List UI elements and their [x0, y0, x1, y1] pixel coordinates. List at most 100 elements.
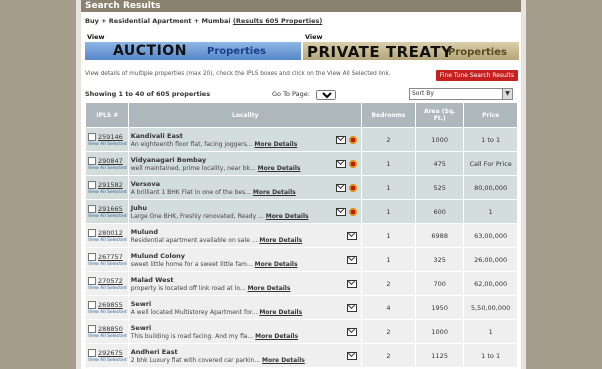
ipls-link[interactable]: 270572 — [98, 277, 123, 285]
view-selected-link[interactable]: View All Selected — [88, 166, 128, 171]
price-cell: Call For Price — [463, 151, 518, 176]
row-icons — [335, 208, 357, 216]
locality-cell: Malad West property is located off link r… — [127, 271, 362, 296]
view-selected-link[interactable]: View All Selected — [88, 190, 128, 195]
ipls-cell: 267757 View All Selected — [85, 247, 129, 272]
email-icon[interactable] — [346, 328, 357, 336]
view-selected-link[interactable]: View All Selected — [88, 142, 128, 147]
locality-cell: Kandivali East An eighteenth floor flat, … — [127, 127, 362, 152]
more-details-link[interactable]: More Details — [255, 333, 298, 340]
more-details-link[interactable]: More Details — [259, 309, 302, 316]
email-icon[interactable] — [335, 136, 346, 144]
ipls-checkbox[interactable] — [88, 324, 96, 333]
auction-subtitle: Properties — [207, 46, 266, 57]
row-icons — [346, 352, 357, 360]
locality-desc: well maintained, prime locality, near bk… — [130, 164, 256, 172]
ipls-cell: 291665 View All Selected — [85, 199, 129, 224]
table-row: 270572 View All Selected Malad West propert… — [85, 271, 518, 296]
row-icons — [346, 328, 357, 336]
locality-desc: 2 bhk Luxury flat with covered car parki… — [130, 356, 261, 364]
ipls-link[interactable]: 290847 — [98, 157, 123, 165]
ipls-link[interactable]: 288850 — [98, 325, 123, 333]
ipls-link[interactable]: 269855 — [98, 301, 123, 309]
ipls-link[interactable]: 259146 — [98, 133, 123, 141]
page-select[interactable]: 1 — [316, 90, 336, 100]
locality-desc: A brilliant 1 BHK Flat in one of the bes… — [130, 188, 251, 196]
more-details-link[interactable]: More Details — [248, 285, 291, 292]
sort-select[interactable]: Sort By ▼ — [409, 88, 513, 100]
private-treaty-button[interactable]: PRIVATE TREATY Properties — [303, 42, 519, 61]
locality-name: Vidyanagari Bombay — [130, 155, 207, 164]
auction-button[interactable]: AUCTION Properties — [85, 42, 301, 60]
email-icon[interactable] — [335, 184, 346, 192]
ipls-link[interactable]: 292675 — [98, 349, 123, 357]
table-row: 269855 View All Selected Sewri A well locat… — [85, 295, 518, 320]
price-cell: 1 to 1 — [463, 127, 518, 152]
locality-desc: sweet little home for a sweet little fam… — [130, 260, 253, 268]
more-details-link[interactable]: More Details — [258, 165, 301, 172]
auction-hammer-icon[interactable] — [348, 160, 357, 168]
table-row: 292675 View All Selected Andheri East 2 bhk… — [85, 343, 518, 368]
ipls-checkbox[interactable] — [88, 252, 96, 261]
view-selected-link[interactable]: View All Selected — [88, 238, 128, 243]
price-cell: 26,00,000 — [463, 247, 518, 272]
view-selected-link[interactable]: View All Selected — [88, 214, 128, 219]
area-cell: 475 — [415, 151, 465, 176]
ipls-link[interactable]: 291665 — [98, 205, 123, 213]
locality-cell: Vidyanagari Bombay well maintained, prime… — [127, 151, 362, 176]
view-selected-link[interactable]: View All Selected — [88, 286, 128, 291]
ipls-link[interactable]: 267757 — [98, 253, 123, 261]
header-locality: Locality — [127, 102, 362, 128]
ipls-checkbox[interactable] — [88, 156, 96, 165]
auction-hammer-icon[interactable] — [348, 184, 357, 192]
view-selected-link[interactable]: View All Selected — [88, 310, 128, 315]
ipls-checkbox[interactable] — [88, 132, 96, 141]
ipls-checkbox[interactable] — [88, 300, 96, 309]
more-details-link[interactable]: More Details — [262, 357, 305, 364]
email-icon[interactable] — [346, 352, 357, 360]
more-details-link[interactable]: More Details — [266, 213, 309, 220]
email-icon[interactable] — [346, 304, 357, 312]
goto-label: Go To Page: — [272, 90, 310, 98]
auction-hammer-icon[interactable] — [348, 136, 357, 144]
chevron-down-icon[interactable]: ▼ — [502, 89, 512, 99]
breadcrumb-text: Buy + Residential Apartment + Mumbai — [85, 17, 231, 25]
locality-cell: Versova A brilliant 1 BHK Flat in one of … — [127, 175, 362, 200]
email-icon[interactable] — [335, 208, 346, 216]
ipls-checkbox[interactable] — [88, 204, 96, 213]
email-icon[interactable] — [346, 232, 357, 240]
more-details-link[interactable]: More Details — [253, 189, 296, 196]
view-selected-link[interactable]: View All Selected — [88, 334, 128, 339]
more-details-link[interactable]: More Details — [254, 141, 297, 148]
price-cell: 62,00,000 — [463, 271, 518, 296]
row-icons — [346, 304, 357, 312]
ipls-checkbox[interactable] — [88, 180, 96, 189]
ipls-link[interactable]: 280012 — [98, 229, 123, 237]
row-icons — [346, 256, 357, 264]
ipls-cell: 292675 View All Selected — [85, 343, 129, 368]
ipls-checkbox[interactable] — [88, 228, 96, 237]
email-icon[interactable] — [346, 256, 357, 264]
email-icon[interactable] — [346, 280, 357, 288]
locality-desc: Large One BHK, Freshly renovated, Ready … — [130, 212, 264, 220]
locality-name: Andheri East — [130, 347, 178, 356]
view-selected-link[interactable]: View All Selected — [88, 262, 128, 267]
area-cell: 1950 — [415, 295, 465, 320]
ipls-checkbox[interactable] — [88, 276, 96, 285]
more-details-link[interactable]: More Details — [259, 237, 302, 244]
bedrooms-cell: 1 — [360, 223, 417, 248]
fine-tune-button[interactable]: Fine Tune Search Results — [435, 70, 518, 81]
email-icon[interactable] — [335, 160, 346, 168]
auction-hammer-icon[interactable] — [348, 208, 357, 216]
breadcrumb: Buy + Residential Apartment + Mumbai (Re… — [85, 17, 322, 25]
results-summary: Showing 1 to 40 of 605 properties — [85, 90, 211, 98]
more-details-link[interactable]: More Details — [255, 261, 298, 268]
ipls-cell: 290847 View All Selected — [85, 151, 129, 176]
locality-desc: Residential apartment available on sale … — [130, 236, 258, 244]
ipls-checkbox[interactable] — [88, 348, 96, 357]
table-row: 288850 View All Selected Sewri This buildin… — [85, 319, 518, 344]
results-count-link[interactable]: (Results 605 Properties) — [233, 17, 322, 25]
locality-name: Mulund — [130, 227, 158, 236]
view-selected-link[interactable]: View All Selected — [88, 358, 128, 363]
ipls-link[interactable]: 291582 — [98, 181, 123, 189]
